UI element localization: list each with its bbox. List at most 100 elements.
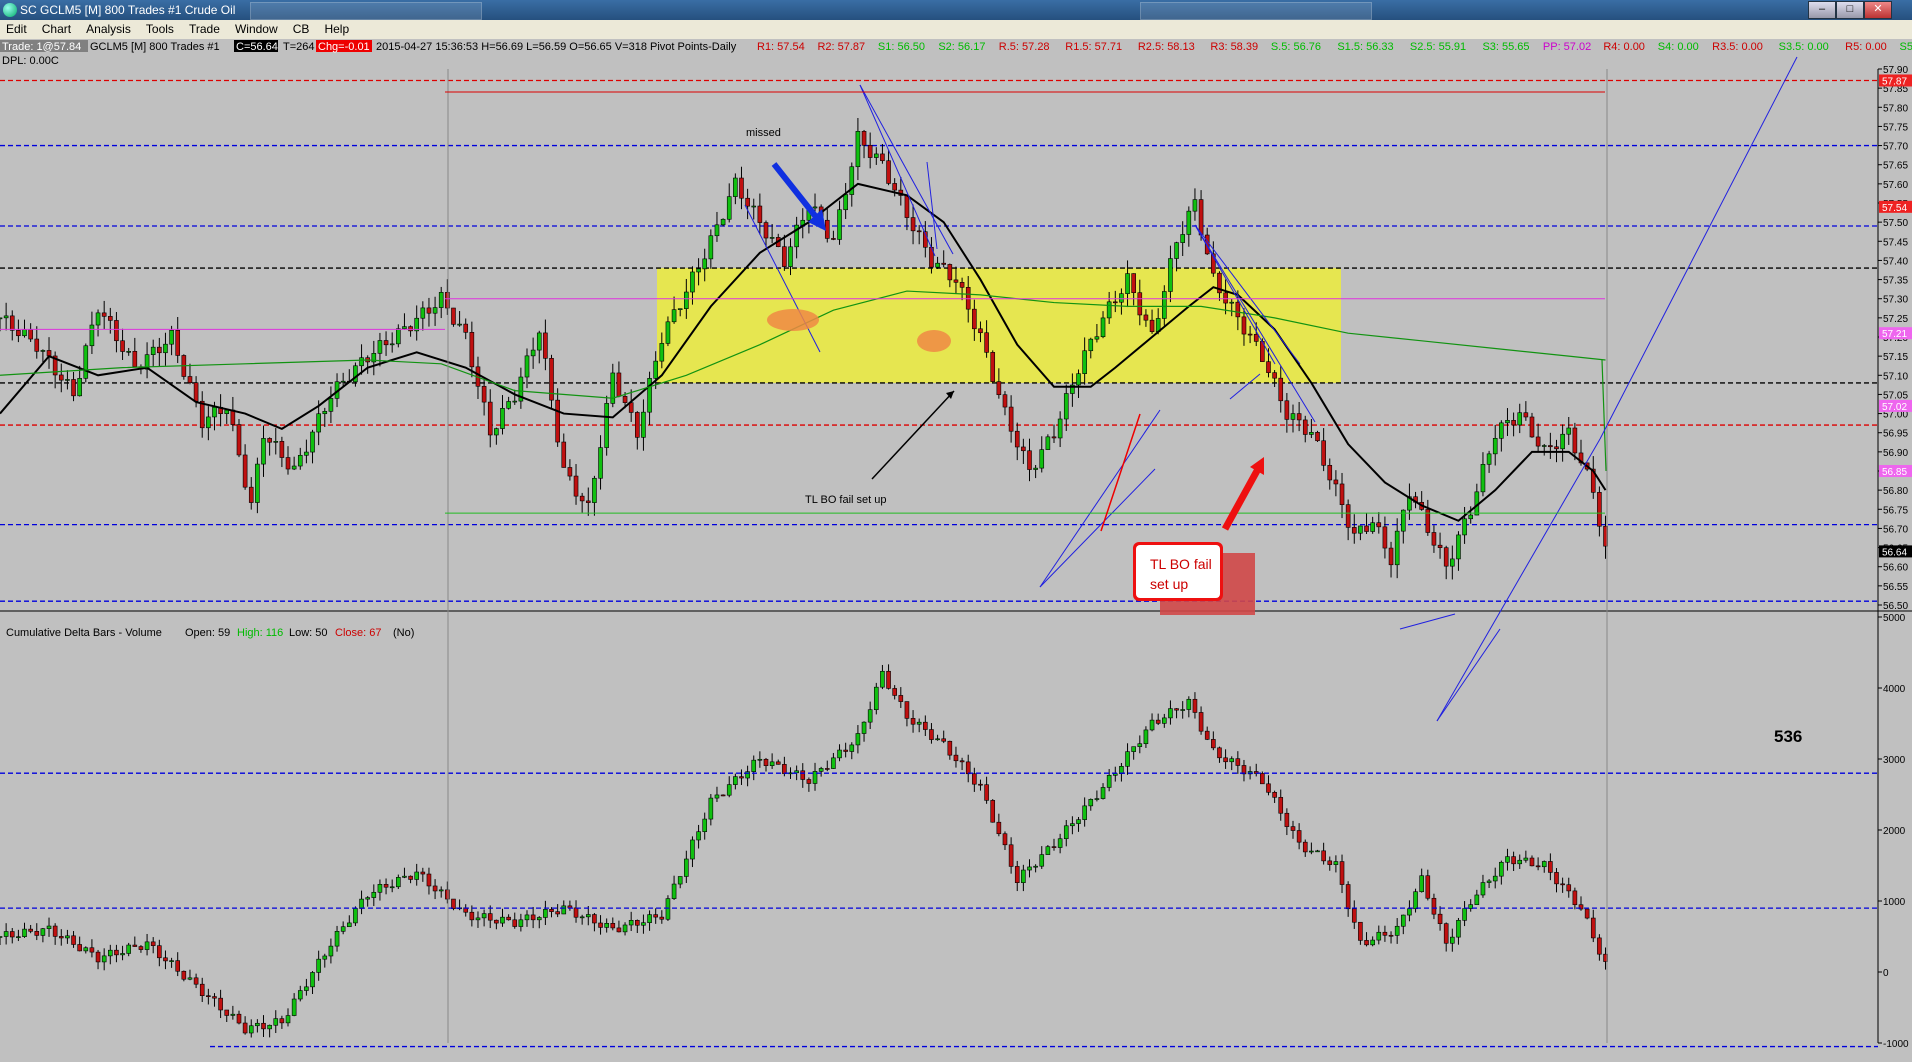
price-candle	[487, 401, 493, 436]
delta-candle	[536, 917, 542, 921]
delta-candle	[432, 885, 438, 892]
price-candle	[500, 408, 505, 429]
delta-candle	[873, 686, 879, 711]
delta-candle	[1394, 925, 1400, 936]
price-candle	[1180, 234, 1185, 243]
delta-candle	[285, 1015, 291, 1024]
delta-candle	[1486, 880, 1492, 883]
delta-candle	[818, 768, 824, 772]
maximize-button[interactable]: □	[1836, 1, 1864, 19]
price-marker-label: 56.64	[1882, 547, 1907, 558]
price-candle	[163, 343, 168, 354]
delta-candle	[1456, 920, 1461, 938]
delta-candle	[242, 1022, 248, 1034]
delta-candle	[696, 831, 701, 841]
y-tick-label: 56.60	[1883, 563, 1908, 574]
delta-candle	[95, 951, 101, 963]
y-tick-label: 56.80	[1883, 486, 1908, 497]
price-candle	[193, 382, 199, 402]
price-candle	[28, 329, 33, 340]
menu-trade[interactable]: Trade	[183, 20, 226, 36]
price-candle	[1437, 544, 1443, 548]
price-candle	[714, 224, 720, 237]
delta-candle	[255, 1022, 260, 1027]
price-candle	[506, 401, 511, 409]
pivot-label: R3: 58.39	[1210, 41, 1258, 53]
price-candle	[285, 457, 291, 470]
price-candle	[255, 463, 260, 503]
pivot-label: R.5: 57.28	[999, 41, 1050, 53]
price-candle	[40, 350, 46, 352]
delta-candle	[445, 889, 450, 900]
delta-candle	[1339, 861, 1345, 885]
delta-candle	[965, 761, 971, 775]
chart-area[interactable]: Trade: 1@57.84 GCLM5 [M] 800 Trades #1 C…	[0, 39, 1912, 1059]
menu-help[interactable]: Help	[318, 20, 355, 36]
delta-candle	[916, 721, 922, 725]
delta-candle	[334, 931, 340, 947]
price-candle	[1131, 273, 1136, 294]
delta-candle	[702, 818, 708, 833]
delta-candle	[1413, 891, 1418, 910]
delta-candle	[144, 941, 150, 950]
menu-bar: Edit Chart Analysis Tools Trade Window C…	[0, 20, 1912, 40]
price-candle	[536, 332, 542, 351]
delta-candle	[659, 916, 665, 920]
delta-candle	[880, 670, 885, 688]
delta-candle	[782, 764, 787, 774]
delta-candle	[1223, 757, 1228, 763]
lower-open-label: Open: 59	[185, 627, 230, 639]
last-price-label: C=56.64	[236, 41, 278, 53]
delta-candle	[1296, 830, 1302, 843]
price-marker-label: 57.02	[1882, 402, 1907, 413]
price-marker-label: 56.85	[1882, 467, 1907, 478]
price-candle	[1119, 293, 1124, 303]
menu-tools[interactable]: Tools	[140, 20, 180, 36]
chart-canvas[interactable]: Trade: 1@57.84 GCLM5 [M] 800 Trades #1 C…	[0, 39, 1912, 1059]
price-candle	[1517, 412, 1523, 426]
pivot-label: S2.5: 55.91	[1410, 41, 1466, 53]
price-candle	[708, 235, 714, 260]
menu-analysis[interactable]: Analysis	[80, 20, 137, 36]
window-title: SC GCLM5 [M] 800 Trades #1 Crude Oil	[20, 3, 236, 17]
delta-candle	[861, 721, 867, 734]
y-tick-label: 56.55	[1883, 582, 1908, 593]
price-candle	[824, 219, 830, 239]
menu-window[interactable]: Window	[229, 20, 284, 36]
close-button[interactable]: ✕	[1864, 1, 1892, 19]
price-candle	[788, 246, 793, 267]
menu-chart[interactable]: Chart	[36, 20, 77, 36]
delta-candle	[230, 1013, 236, 1016]
delta-candle	[677, 876, 683, 885]
y-tick-label: 57.50	[1883, 218, 1908, 229]
price-candle	[616, 372, 622, 397]
delta-candle	[1597, 937, 1602, 955]
delta-candle	[1590, 917, 1596, 939]
background-window-tab[interactable]	[250, 2, 482, 20]
y-tick-label: 57.90	[1883, 65, 1908, 76]
price-candle	[837, 209, 842, 240]
delta-candle	[1235, 758, 1241, 766]
delta-candle	[1584, 908, 1590, 919]
delta-candle	[365, 897, 370, 900]
menu-cb[interactable]: CB	[287, 20, 316, 36]
price-candle	[157, 346, 162, 354]
y-tick-label: 57.65	[1883, 161, 1908, 172]
delta-candle	[1076, 819, 1081, 824]
dpl-label: DPL: 0.00C	[2, 55, 59, 67]
price-candle	[426, 307, 432, 314]
delta-candle	[304, 986, 309, 991]
price-candle	[1296, 413, 1302, 421]
lower-low-label: Low: 50	[289, 627, 328, 639]
background-window-tab[interactable]	[1140, 2, 1372, 20]
highlight-ellipse	[767, 309, 819, 331]
price-candle	[389, 343, 395, 346]
delta-candle	[1198, 712, 1204, 732]
price-candle	[585, 500, 591, 503]
menu-edit[interactable]: Edit	[0, 20, 33, 36]
price-candle	[984, 332, 989, 353]
price-candle	[671, 309, 677, 323]
delta-candle	[1333, 861, 1339, 865]
minimize-button[interactable]: –	[1808, 1, 1836, 19]
price-candle	[1529, 416, 1535, 438]
